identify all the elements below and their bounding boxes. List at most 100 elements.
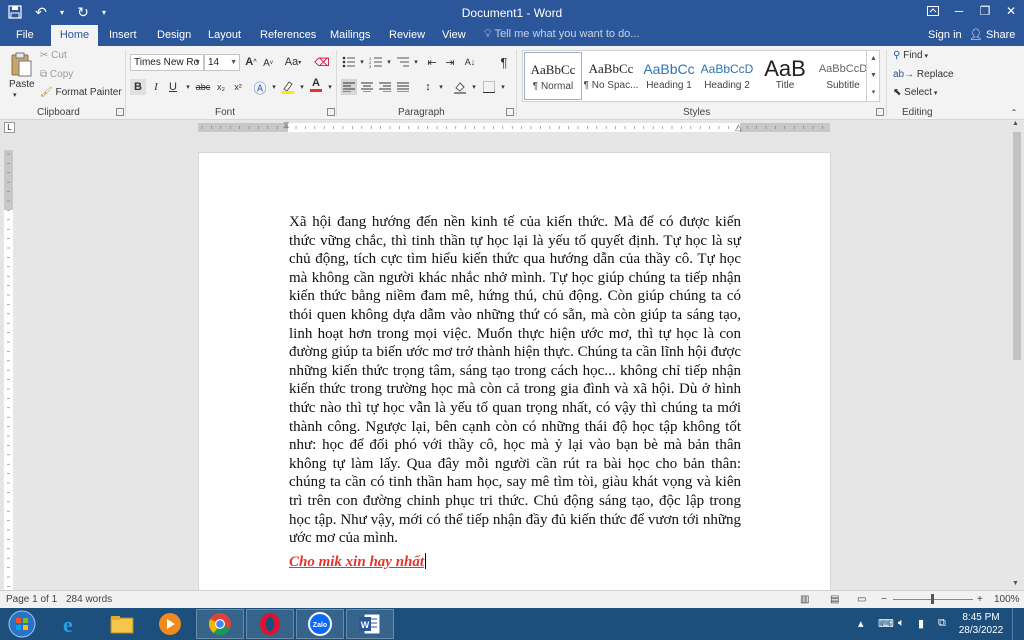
grow-font-button[interactable]: A ^	[243, 54, 259, 70]
scrollbar-thumb[interactable]	[1013, 132, 1021, 360]
media-player-icon[interactable]	[146, 609, 194, 639]
styles-launcher-icon[interactable]	[876, 108, 884, 116]
horizontal-ruler[interactable]: ⧖ △	[198, 120, 830, 133]
zoom-in-icon[interactable]: +	[977, 594, 983, 605]
scroll-down-icon[interactable]: ▼	[867, 67, 880, 84]
tab-selector-icon[interactable]: L	[4, 122, 15, 133]
cut-button[interactable]: ✂ Cut	[40, 50, 67, 61]
align-right-icon[interactable]	[377, 79, 393, 95]
increase-indent-icon[interactable]: ⇥	[442, 54, 458, 70]
style-title[interactable]: AaB Title	[756, 52, 814, 100]
format-painter-button[interactable]: 🖌︎ Format Painter	[40, 87, 122, 98]
print-layout-icon[interactable]: ▤	[830, 594, 839, 605]
tell-me-box[interactable]: 💡︎ Tell me what you want to do...	[484, 28, 639, 41]
tab-view[interactable]: View	[442, 25, 466, 46]
align-center-icon[interactable]	[359, 79, 375, 95]
multilevel-dropdown-icon[interactable]: ▾	[408, 54, 424, 70]
share-button[interactable]: 👤︎ Share	[969, 25, 1015, 46]
underline-button[interactable]: U	[165, 79, 181, 95]
zalo-label: Zalo	[313, 622, 327, 629]
document-page[interactable]: Xã hội đang hướng đến nền kinh tế của ki…	[198, 152, 831, 592]
file-explorer-icon[interactable]	[98, 609, 146, 639]
shrink-font-button[interactable]: Av	[260, 55, 276, 71]
zoom-slider-thumb[interactable]	[931, 594, 934, 604]
volume-icon[interactable]: 🔈︎	[898, 617, 905, 630]
word-count[interactable]: 284 words	[66, 594, 112, 605]
word-icon[interactable]: W	[346, 609, 394, 639]
subscript-button[interactable]: x₂	[213, 79, 229, 95]
touch-keyboard-icon[interactable]: ⌨	[878, 617, 894, 630]
chrome-icon[interactable]	[196, 609, 244, 639]
tab-file[interactable]: File	[16, 25, 34, 46]
style-normal[interactable]: AaBbCc ¶ Normal	[524, 52, 582, 100]
group-divider	[125, 50, 126, 116]
tab-layout[interactable]: Layout	[208, 25, 241, 46]
style-heading-2[interactable]: AaBbCcD Heading 2	[698, 52, 756, 100]
scroll-up-icon[interactable]: ▲	[867, 50, 880, 67]
strikethrough-button[interactable]: abc	[194, 79, 212, 95]
tab-references[interactable]: References	[260, 25, 316, 46]
replace-button[interactable]: ab→ Replace	[893, 69, 954, 80]
collapse-ribbon-icon[interactable]: ⌃	[1006, 104, 1022, 120]
right-indent-marker-icon[interactable]: △	[735, 122, 742, 133]
show-desktop-button[interactable]	[1012, 608, 1024, 640]
borders-dropdown-icon[interactable]: ▾	[495, 79, 511, 95]
indent-marker-icon[interactable]: ⧖	[283, 120, 289, 131]
font-size-combo[interactable]: 14 ▼	[204, 54, 240, 71]
read-mode-icon[interactable]: ▥	[800, 594, 809, 605]
signoff-line[interactable]: Cho mik xin hay nhất	[289, 553, 427, 571]
close-icon[interactable]: ✕	[998, 0, 1024, 22]
zoom-level[interactable]: 100%	[994, 594, 1020, 605]
tab-mailings[interactable]: Mailings	[330, 25, 370, 46]
italic-button[interactable]: I	[148, 79, 164, 95]
paste-label[interactable]: Paste	[9, 79, 35, 90]
document-body[interactable]: Xã hội đang hướng đến nền kinh tế của ki…	[289, 213, 741, 548]
align-left-icon[interactable]	[341, 79, 357, 95]
ribbon-display-options-icon[interactable]	[920, 0, 946, 22]
opera-icon[interactable]	[246, 609, 294, 639]
style-no-spacing[interactable]: AaBbCc ¶ No Spac...	[582, 52, 640, 100]
select-button[interactable]: ⬉ Select ▾	[893, 87, 937, 98]
network-icon[interactable]: ▮	[918, 617, 924, 630]
style-heading-1[interactable]: AaBbCc Heading 1	[640, 52, 698, 100]
scroll-up-icon[interactable]: ▲	[1012, 120, 1019, 127]
language-icon[interactable]: ⧉	[938, 617, 946, 630]
minimize-icon[interactable]: ─	[946, 0, 972, 22]
show-hidden-icons-icon[interactable]: ▴	[858, 617, 864, 630]
tab-design[interactable]: Design	[157, 25, 191, 46]
change-case-button[interactable]: Aa ▾	[282, 54, 304, 70]
show-formatting-marks-icon[interactable]: ¶	[496, 54, 512, 70]
system-clock[interactable]: 8:45 PM 28/3/2022	[956, 611, 1006, 637]
sort-icon[interactable]: A↓	[462, 54, 478, 70]
more-styles-icon[interactable]: ▾	[867, 84, 880, 101]
shading-dropdown-icon[interactable]: ▾	[466, 79, 482, 95]
start-button[interactable]	[0, 609, 44, 639]
web-layout-icon[interactable]: ▭	[857, 594, 866, 605]
find-button[interactable]: ⚲ Find ▾	[893, 50, 928, 61]
zoom-out-icon[interactable]: −	[881, 594, 887, 605]
copy-button[interactable]: ⧉ Copy	[40, 69, 73, 80]
clear-formatting-icon[interactable]: ⌫	[314, 54, 330, 70]
vertical-scrollbar[interactable]: ▲ ▼	[1010, 120, 1024, 590]
paragraph-launcher-icon[interactable]	[506, 108, 514, 116]
clipboard-launcher-icon[interactable]	[116, 108, 124, 116]
font-family-combo[interactable]: Times New Ro ▼	[130, 54, 204, 71]
justify-icon[interactable]	[395, 79, 411, 95]
internet-explorer-icon[interactable]: e	[48, 609, 96, 639]
restore-icon[interactable]: ❐	[972, 0, 998, 22]
scroll-down-icon[interactable]: ▼	[1012, 580, 1019, 587]
font-launcher-icon[interactable]	[327, 108, 335, 116]
page-count[interactable]: Page 1 of 1	[6, 594, 57, 605]
sign-in-link[interactable]: Sign in	[928, 25, 962, 46]
line-spacing-dropdown-icon[interactable]: ▾	[433, 79, 449, 95]
decrease-indent-icon[interactable]: ⇤	[424, 54, 440, 70]
tab-review[interactable]: Review	[389, 25, 425, 46]
tab-insert[interactable]: Insert	[109, 25, 137, 46]
paste-icon[interactable]	[9, 50, 33, 78]
style-subtitle[interactable]: AaBbCcD Subtitle	[814, 52, 872, 100]
paste-dropdown-icon[interactable]: ▾	[13, 91, 17, 99]
superscript-button[interactable]: x²	[230, 79, 246, 95]
bold-button[interactable]: B	[130, 79, 146, 95]
tab-home[interactable]: Home	[51, 25, 98, 46]
zalo-icon[interactable]: Zalo	[296, 609, 344, 639]
